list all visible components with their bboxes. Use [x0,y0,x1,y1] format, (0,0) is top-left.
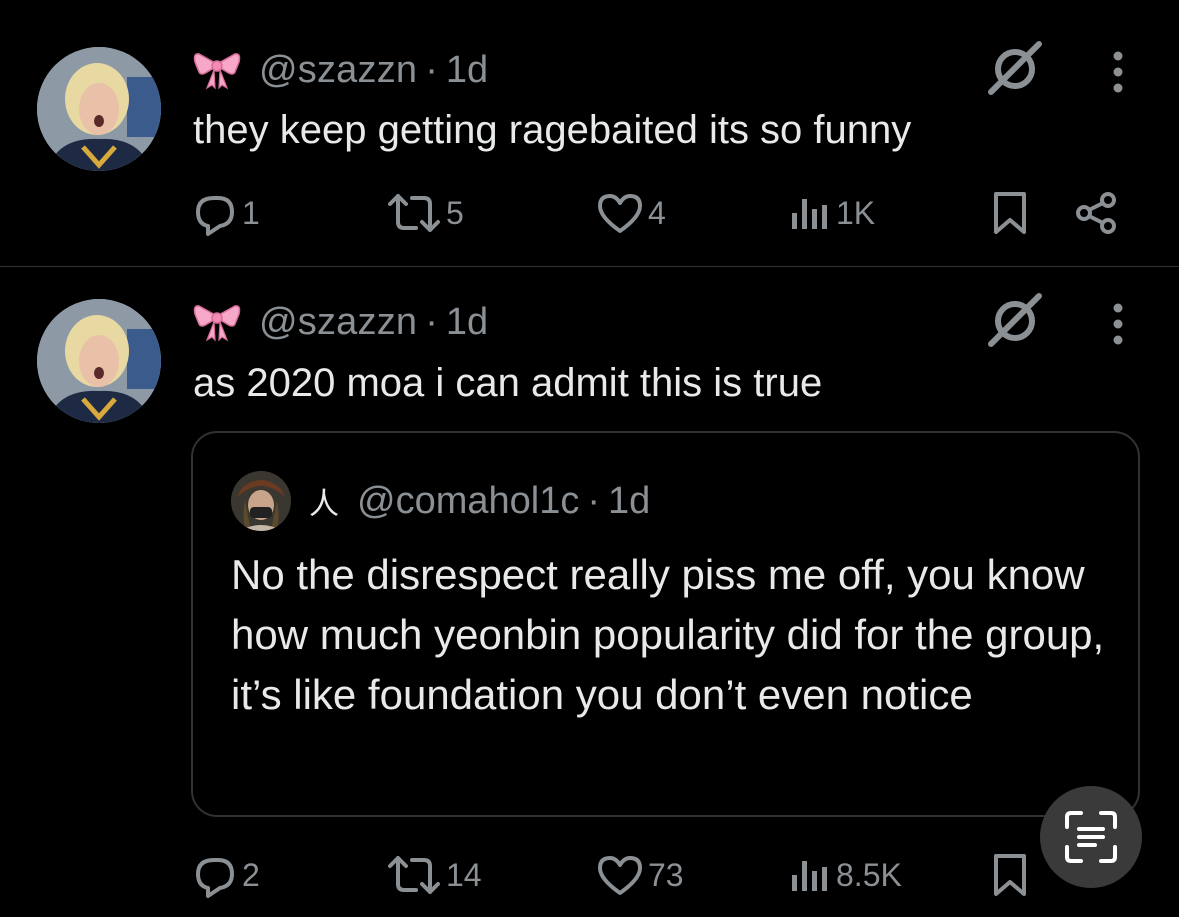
grok-icon[interactable] [985,290,1045,350]
timestamp[interactable]: 1d [446,49,488,92]
bookmark-button[interactable] [990,188,1030,238]
tweet[interactable]: @szazzn · 1d they keep getting ragebaite… [0,0,1179,267]
action-bar: 1 5 4 1K [192,188,1132,238]
separator: · [425,300,438,343]
reply-button[interactable]: 2 [192,850,260,900]
bow-icon [193,53,241,90]
reply-icon [196,858,234,898]
retweet-count: 14 [446,856,482,893]
view-count: 8.5K [836,856,902,893]
tweet-text: they keep getting ragebaited its so funn… [193,108,912,152]
share-button[interactable] [1072,188,1120,238]
bookmark-icon [994,854,1026,896]
bookmark-button[interactable] [990,850,1030,900]
bookmark-icon [994,192,1026,234]
retweet-button[interactable]: 5 [386,188,464,238]
retweet-button[interactable]: 14 [386,850,482,900]
views-button[interactable]: 1K [788,188,875,238]
retweet-icon [388,194,440,232]
separator: · [587,479,600,522]
quoted-name-symbol: 人 [309,488,339,521]
views-icon [792,861,827,891]
separator: · [425,48,438,91]
scan-icon [1065,811,1117,863]
more-options-icon[interactable] [1103,44,1133,104]
heart-icon [598,856,642,895]
live-text-scan-button[interactable] [1040,786,1142,888]
heart-icon [598,194,642,233]
quoted-avatar[interactable] [231,471,291,531]
reply-count: 2 [242,856,260,893]
like-count: 73 [648,856,684,893]
retweet-count: 5 [446,194,464,231]
quoted-handle[interactable]: @comahol1c [357,480,579,523]
view-count: 1K [836,194,876,231]
reply-button[interactable]: 1 [192,188,260,238]
tweet-text: as 2020 moa i can admit this is true [193,361,823,405]
avatar[interactable] [37,299,161,423]
bow-icon [193,305,241,342]
like-button[interactable]: 4 [596,188,666,238]
action-bar: 2 14 73 8.5K [192,850,1132,900]
divider [0,266,1179,267]
views-icon [792,199,827,229]
author-handle[interactable]: @szazzn [259,49,417,92]
grok-icon[interactable] [985,38,1045,98]
quoted-text: No the disrespect really piss me off, yo… [231,551,1105,718]
more-options-icon[interactable] [1103,296,1133,356]
timestamp[interactable]: 1d [446,301,488,344]
reply-icon [196,196,234,236]
like-count: 4 [648,194,666,231]
retweet-icon [388,856,440,894]
tweet[interactable]: @szazzn · 1d as 2020 moa i can admit thi… [0,268,1179,917]
quoted-timestamp[interactable]: 1d [608,480,650,523]
like-button[interactable]: 73 [596,850,684,900]
avatar[interactable] [37,47,161,171]
quoted-tweet[interactable]: 人 @comahol1c · 1d No the disrespect real… [191,431,1140,817]
share-icon [1076,192,1116,234]
author-handle[interactable]: @szazzn [259,301,417,344]
reply-count: 1 [242,194,260,231]
views-button[interactable]: 8.5K [788,850,902,900]
